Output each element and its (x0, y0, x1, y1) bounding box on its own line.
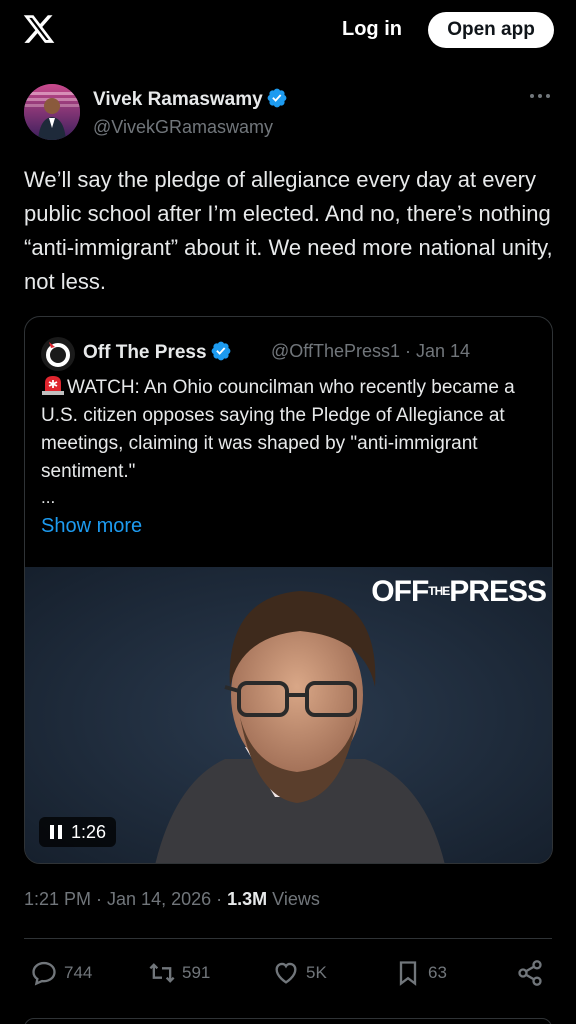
quoted-post-header: Off The Press @OffThePress1 · Jan 14 (41, 337, 541, 371)
views-count: 1.3M (227, 889, 268, 909)
author-handle[interactable]: @VivekGRamaswamy (93, 117, 273, 138)
video-player[interactable]: OFFTHEPRESS 1:26 (25, 567, 552, 863)
avatar[interactable] (24, 84, 80, 140)
author-name[interactable]: Vivek Ramaswamy (93, 87, 288, 111)
quoted-date: Jan 14 (416, 341, 471, 361)
video-watermark-logo: OFFTHEPRESS (371, 575, 547, 608)
repost-button[interactable]: 591 (148, 956, 210, 990)
quoted-author-handle: @OffThePress1 (271, 341, 400, 361)
share-icon (518, 960, 542, 986)
show-more-link[interactable]: Show more (41, 515, 142, 538)
verified-badge-icon (267, 88, 287, 108)
quoted-meta: @OffThePress1 · Jan 14 (271, 341, 471, 361)
bottom-bar-edge (24, 1018, 552, 1024)
open-app-button[interactable]: Open app (428, 12, 554, 48)
reply-button[interactable]: 744 (30, 956, 92, 990)
quoted-ellipsis: ... (41, 488, 56, 507)
reply-icon (32, 961, 56, 986)
pause-icon[interactable] (49, 825, 63, 839)
bookmark-icon (399, 961, 417, 986)
post-timestamp: 1:21 PM · Jan 14, 2026 · 1.3M Views (24, 889, 320, 909)
heart-icon (275, 962, 297, 984)
more-options-icon[interactable] (528, 88, 552, 104)
quoted-text: WATCH: An Ohio councilman who recently b… (41, 374, 541, 486)
post-author: Vivek Ramaswamy @VivekGRamaswamy (24, 82, 554, 142)
x-logo-icon[interactable] (22, 12, 56, 46)
login-link[interactable]: Log in (342, 18, 402, 41)
bookmark-button[interactable]: 63 (394, 956, 447, 990)
quoted-avatar (41, 337, 75, 371)
verified-badge-icon (211, 341, 230, 361)
siren-emoji-icon (42, 376, 64, 395)
action-bar: 744 591 5K 63 (24, 956, 554, 990)
divider (24, 938, 552, 939)
post-text: We’ll say the pledge of allegiance every… (24, 167, 553, 294)
top-bar: Log in Open app (0, 0, 576, 62)
like-button[interactable]: 5K (272, 956, 327, 990)
share-button[interactable] (516, 956, 550, 990)
quoted-author-name: Off The Press (83, 340, 232, 364)
quoted-post[interactable]: Off The Press @OffThePress1 · Jan 14 WAT… (24, 316, 553, 864)
repost-icon (149, 963, 175, 983)
video-duration-badge[interactable]: 1:26 (39, 817, 117, 847)
